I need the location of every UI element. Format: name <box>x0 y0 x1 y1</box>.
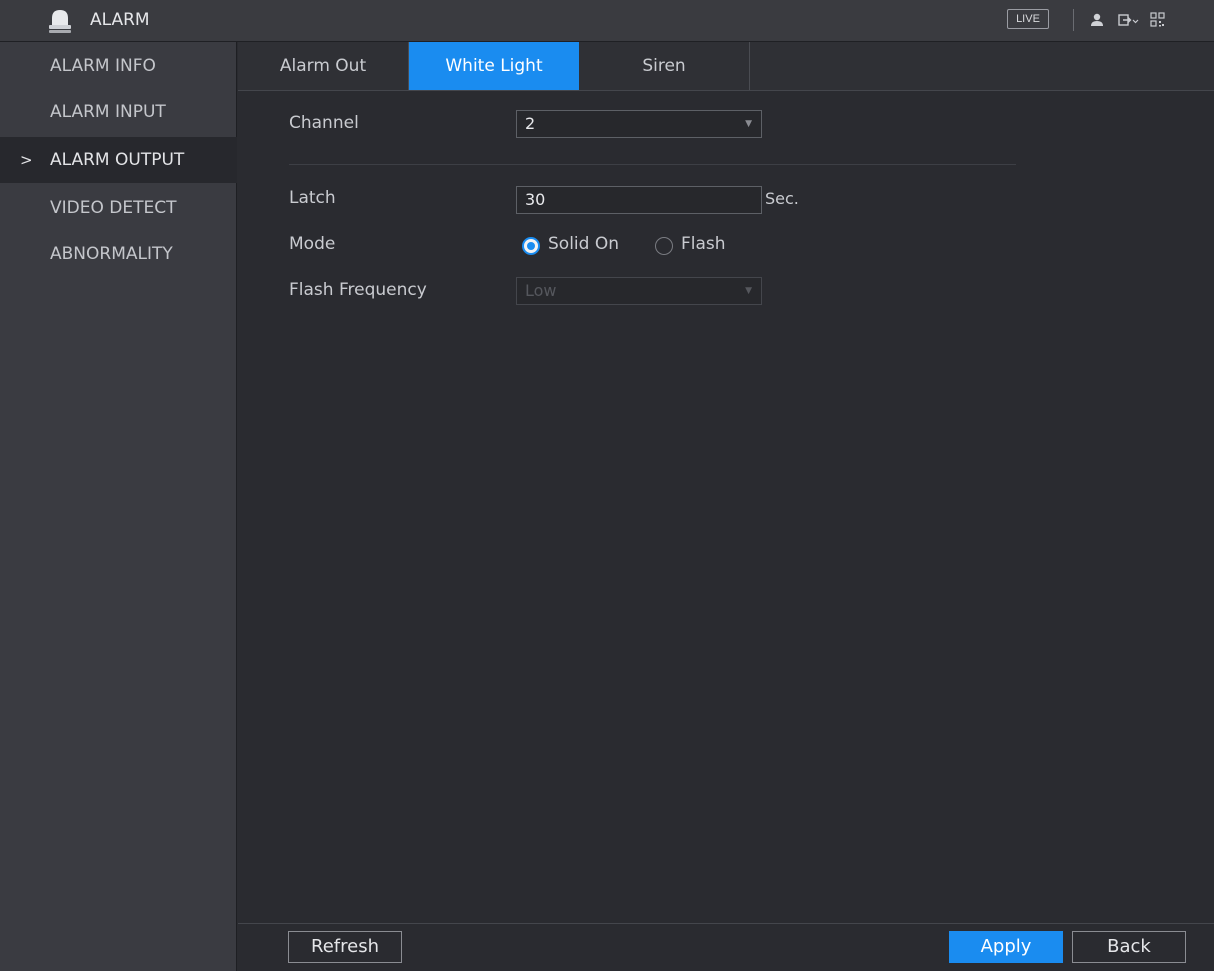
alarm-bell-icon <box>47 7 73 35</box>
sidebar-item-alarm-output[interactable]: > ALARM OUTPUT <box>0 137 237 183</box>
latch-label: Latch <box>289 188 336 208</box>
chevron-right-icon: > <box>20 151 33 169</box>
apply-button[interactable]: Apply <box>949 931 1063 963</box>
radio-flash-label[interactable]: Flash <box>681 234 726 254</box>
toolbar-divider <box>1073 9 1074 31</box>
radio-solid-on-label[interactable]: Solid On <box>548 234 619 254</box>
qr-code-icon[interactable] <box>1148 10 1168 30</box>
refresh-button[interactable]: Refresh <box>288 931 402 963</box>
sidebar-item-label: ALARM OUTPUT <box>50 150 185 170</box>
sidebar-item-label: VIDEO DETECT <box>50 198 177 218</box>
section-divider <box>289 164 1016 165</box>
channel-value: 2 <box>525 114 536 133</box>
dropdown-arrow-icon: ▼ <box>745 286 752 296</box>
app-title: ALARM <box>90 10 150 30</box>
sidebar-item-video-detect[interactable]: VIDEO DETECT <box>0 185 237 231</box>
radio-flash[interactable] <box>655 237 673 255</box>
tab-siren[interactable]: Siren <box>579 42 750 90</box>
user-icon[interactable] <box>1087 10 1107 30</box>
dropdown-arrow-icon: ▼ <box>745 119 752 129</box>
sidebar-item-alarm-input[interactable]: ALARM INPUT <box>0 89 237 135</box>
title-bar: ALARM LIVE <box>0 0 1214 42</box>
mode-label: Mode <box>289 234 336 254</box>
radio-solid-on[interactable] <box>522 237 540 255</box>
sidebar-item-label: ALARM INFO <box>50 56 156 76</box>
live-button[interactable]: LIVE <box>1007 9 1049 29</box>
tab-alarm-out[interactable]: Alarm Out <box>238 42 409 90</box>
sidebar-item-abnormality[interactable]: ABNORMALITY <box>0 231 237 277</box>
flash-frequency-select[interactable]: Low ▼ <box>516 277 762 305</box>
tab-bar: Alarm Out White Light Siren <box>238 42 1214 91</box>
back-button[interactable]: Back <box>1072 931 1186 963</box>
logout-icon[interactable] <box>1117 10 1139 30</box>
sidebar: ALARM INFO ALARM INPUT > ALARM OUTPUT VI… <box>0 42 237 971</box>
flash-frequency-label: Flash Frequency <box>289 280 427 300</box>
latch-input[interactable]: 30 <box>516 186 762 214</box>
channel-select[interactable]: 2 ▼ <box>516 110 762 138</box>
flash-frequency-value: Low <box>525 281 557 300</box>
channel-label: Channel <box>289 113 359 133</box>
sidebar-item-label: ALARM INPUT <box>50 102 166 122</box>
tab-white-light[interactable]: White Light <box>409 42 579 90</box>
sidebar-item-alarm-info[interactable]: ALARM INFO <box>0 43 237 89</box>
sidebar-item-label: ABNORMALITY <box>50 244 173 264</box>
latch-value: 30 <box>525 190 546 209</box>
latch-unit: Sec. <box>765 189 799 208</box>
